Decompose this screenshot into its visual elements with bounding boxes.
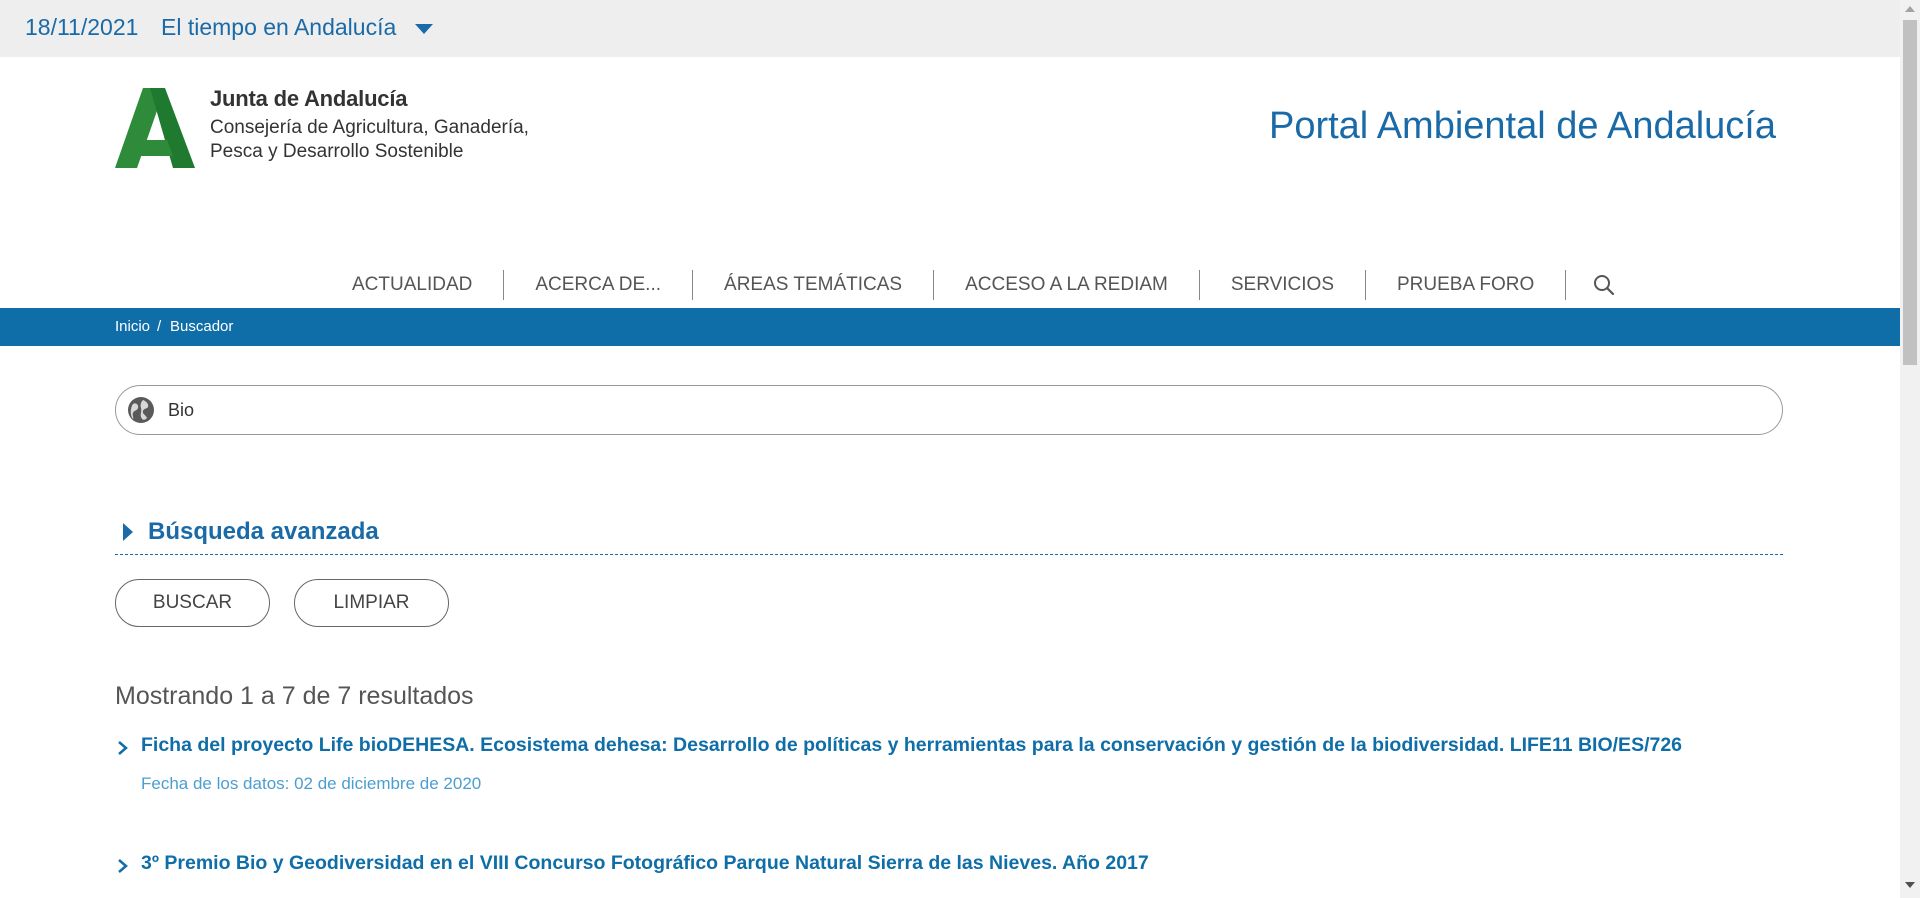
breadcrumb-current: Buscador bbox=[170, 318, 234, 335]
globe-icon bbox=[128, 397, 154, 423]
nav-item-actualidad[interactable]: ACTUALIDAD bbox=[330, 270, 505, 300]
results-count: Mostrando 1 a 7 de 7 resultados bbox=[115, 682, 474, 710]
main-nav: ACTUALIDAD ACERCA DE... ÁREAS TEMÁTICAS … bbox=[330, 270, 1615, 300]
breadcrumb-home[interactable]: Inicio bbox=[115, 318, 150, 335]
caret-right-icon bbox=[123, 523, 133, 541]
nav-item-acerca-de[interactable]: ACERCA DE... bbox=[504, 270, 694, 300]
result-title[interactable]: 3º Premio Bio y Geodiversidad en el VIII… bbox=[141, 852, 1149, 875]
scroll-up-icon[interactable] bbox=[1905, 6, 1915, 12]
department-line-2: Pesca y Desarrollo Sostenible bbox=[210, 141, 464, 162]
department-line-1: Consejería de Agricultura, Ganadería, bbox=[210, 117, 529, 138]
weather-link[interactable]: El tiempo en Andalucía bbox=[161, 14, 396, 41]
portal-title[interactable]: Portal Ambiental de Andalucía bbox=[1269, 105, 1776, 148]
search-input[interactable] bbox=[168, 394, 1748, 426]
breadcrumb-separator: / bbox=[157, 318, 162, 335]
nav-search-button[interactable] bbox=[1566, 274, 1615, 296]
nav-item-prueba-foro[interactable]: PRUEBA FORO bbox=[1366, 270, 1567, 300]
advanced-search-label[interactable]: Búsqueda avanzada bbox=[148, 518, 379, 546]
search-box bbox=[115, 385, 1783, 435]
org-name[interactable]: Junta de Andalucía bbox=[210, 86, 407, 112]
nav-item-servicios[interactable]: SERVICIOS bbox=[1200, 270, 1366, 300]
result-title[interactable]: Ficha del proyecto Life bioDEHESA. Ecosi… bbox=[141, 734, 1682, 757]
search-icon bbox=[1594, 275, 1615, 296]
nav-item-areas-tematicas[interactable]: ÁREAS TEMÁTICAS bbox=[693, 270, 935, 300]
junta-logo-icon[interactable] bbox=[115, 88, 197, 168]
scroll-down-icon[interactable] bbox=[1905, 882, 1915, 888]
chevron-down-icon[interactable] bbox=[415, 24, 433, 34]
scrollbar-thumb[interactable] bbox=[1903, 20, 1917, 365]
result-date: Fecha de los datos: 02 de diciembre de 2… bbox=[141, 774, 482, 793]
top-bar: 18/11/2021 El tiempo en Andalucía bbox=[0, 0, 1900, 57]
breadcrumb: Inicio / Buscador bbox=[0, 308, 1900, 346]
current-date: 18/11/2021 bbox=[25, 14, 139, 40]
chevron-right-icon bbox=[118, 859, 128, 873]
clear-button[interactable]: LIMPIAR bbox=[294, 579, 449, 627]
chevron-right-icon bbox=[118, 741, 128, 755]
nav-item-acceso-rediam[interactable]: ACCESO A LA REDIAM bbox=[934, 270, 1200, 300]
advanced-search-toggle[interactable]: Búsqueda avanzada bbox=[115, 515, 1783, 555]
scrollbar[interactable] bbox=[1900, 0, 1920, 898]
search-button[interactable]: BUSCAR bbox=[115, 579, 270, 627]
